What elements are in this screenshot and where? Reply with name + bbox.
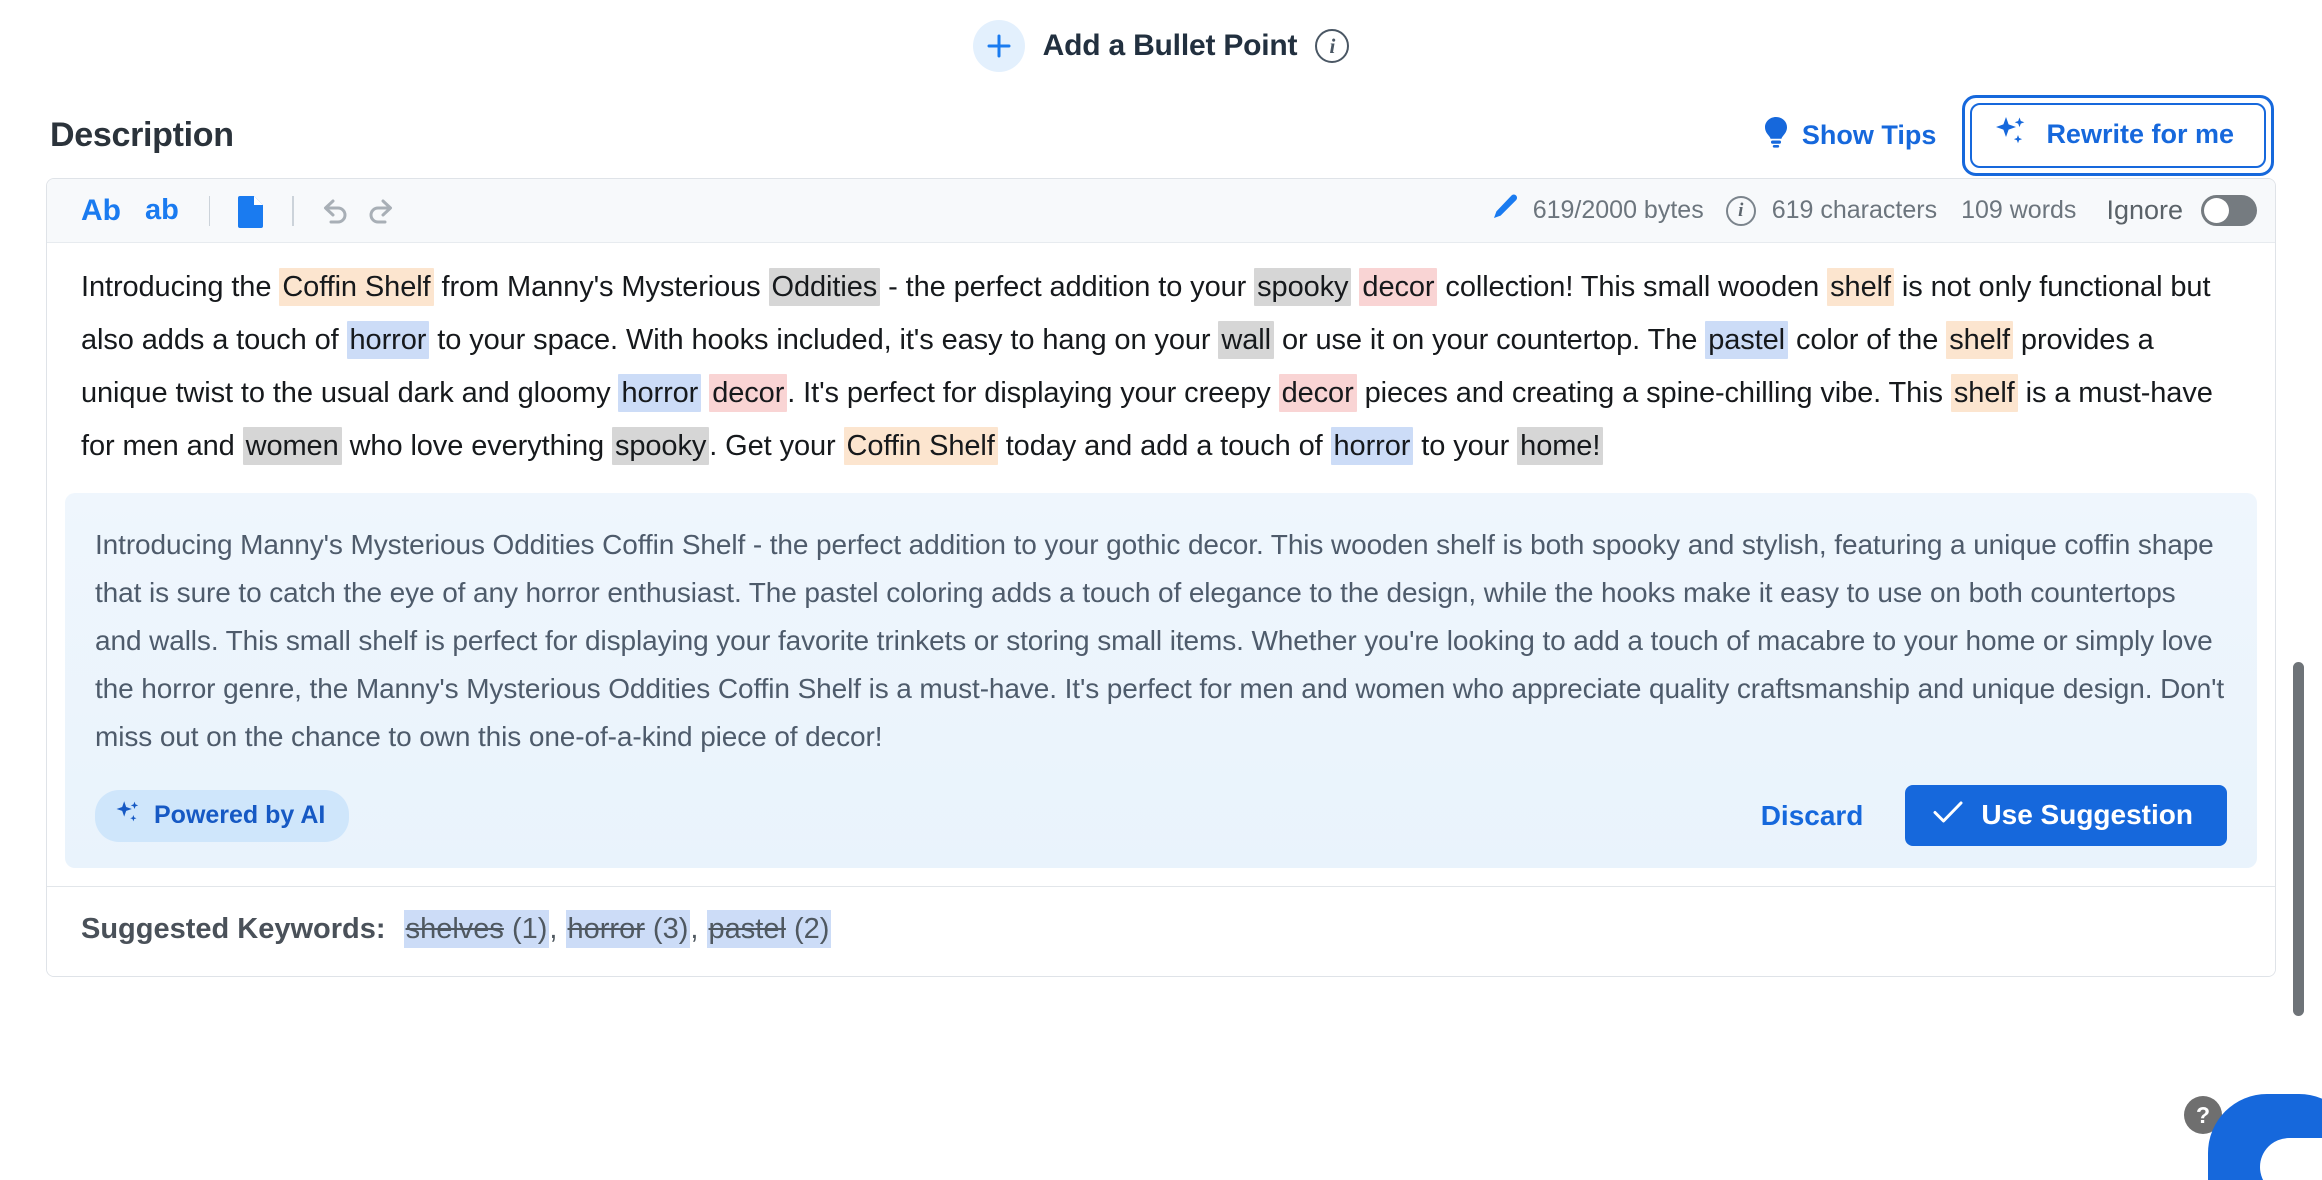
check-icon bbox=[1933, 799, 1963, 831]
discard-button[interactable]: Discard bbox=[1753, 794, 1872, 838]
suggested-keyword-word: horror bbox=[567, 913, 645, 945]
lightbulb-icon bbox=[1763, 116, 1789, 155]
suggested-keywords-row: Suggested Keywords: shelves (1), horror … bbox=[47, 886, 2275, 976]
page-title: Description bbox=[50, 115, 234, 154]
highlighted-keyword: shelf bbox=[1946, 321, 2013, 359]
byte-counter: 619/2000 bytes bbox=[1491, 193, 1704, 228]
highlighted-keyword: decor bbox=[1359, 268, 1438, 306]
sparkles-icon bbox=[1994, 114, 2028, 155]
suggested-keyword-count: (3) bbox=[644, 913, 689, 945]
toolbar-divider-2 bbox=[292, 195, 294, 226]
highlighted-keyword: horror bbox=[1330, 427, 1414, 465]
ignore-label: Ignore bbox=[2106, 195, 2183, 225]
add-bullet-point-label: Add a Bullet Point bbox=[1042, 29, 1298, 62]
toolbar-left-group: Ab ab bbox=[69, 187, 404, 235]
highlighted-keyword: Coffin Shelf bbox=[843, 427, 998, 465]
powered-by-ai-badge: Powered by AI bbox=[95, 789, 350, 842]
highlighted-keyword: spooky bbox=[1254, 268, 1352, 306]
suggested-keyword-item[interactable]: shelves (1) bbox=[403, 910, 550, 948]
description-text-area[interactable]: Introducing the Coffin Shelf from Manny'… bbox=[47, 243, 2275, 487]
highlighted-keyword: shelf bbox=[1827, 268, 1894, 306]
uppercase-button[interactable]: Ab bbox=[69, 187, 133, 235]
highlighted-keyword: decor bbox=[709, 374, 788, 412]
rewrite-for-me-focus-ring: Rewrite for me bbox=[1962, 94, 2274, 176]
ai-suggestion-panel: Introducing Manny's Mysterious Oddities … bbox=[65, 493, 2257, 868]
show-tips-label: Show Tips bbox=[1801, 119, 1937, 150]
description-actions: Show Tips Rewrite for me bbox=[1763, 94, 2274, 176]
suggested-keyword-count: (1) bbox=[503, 913, 548, 945]
highlighted-keyword: wall bbox=[1218, 321, 1274, 359]
highlighted-keyword: spooky bbox=[611, 427, 710, 465]
description-editor-card: Ab ab 619/2000 bytes i 619 characters 10… bbox=[46, 178, 2276, 977]
ignore-toggle-knob bbox=[2204, 198, 2229, 223]
toolbar-right-group: 619/2000 bytes i 619 characters 109 word… bbox=[1491, 193, 2257, 228]
pencil-icon bbox=[1491, 193, 1519, 228]
highlighted-keyword: shelf bbox=[1950, 374, 2018, 412]
suggested-keyword-count: (2) bbox=[785, 913, 830, 945]
use-suggestion-button[interactable]: Use Suggestion bbox=[1905, 785, 2227, 846]
ignore-toggle[interactable] bbox=[2201, 195, 2257, 226]
ai-suggestion-text: Introducing Manny's Mysterious Oddities … bbox=[95, 529, 2225, 752]
redo-icon[interactable] bbox=[358, 188, 404, 234]
suggested-keyword-word: pastel bbox=[708, 913, 786, 945]
sparkles-icon bbox=[115, 799, 141, 832]
info-icon[interactable]: i bbox=[1725, 195, 1756, 226]
toolbar-divider-1 bbox=[208, 195, 211, 226]
word-counter-label: 109 words bbox=[1961, 196, 2077, 224]
highlighted-keyword: women bbox=[242, 427, 342, 465]
ai-suggestion-buttons: Discard Use Suggestion bbox=[1753, 785, 2227, 846]
highlighted-keyword: Coffin Shelf bbox=[279, 268, 434, 306]
highlighted-keyword: home! bbox=[1517, 427, 1604, 465]
highlighted-keyword: decor bbox=[1278, 374, 1357, 412]
description-header: Description Show Tips Rewrite for me bbox=[0, 92, 2322, 178]
suggested-keyword-item[interactable]: horror (3) bbox=[565, 910, 691, 948]
suggested-keywords-list: shelves (1), horror (3), pastel (2) bbox=[403, 910, 832, 948]
plus-icon[interactable] bbox=[972, 20, 1025, 72]
powered-by-ai-label: Powered by AI bbox=[154, 800, 326, 829]
undo-icon[interactable] bbox=[312, 188, 358, 234]
lowercase-button[interactable]: ab bbox=[133, 187, 191, 235]
highlighted-keyword: pastel bbox=[1705, 321, 1788, 359]
show-tips-button[interactable]: Show Tips bbox=[1763, 116, 1937, 155]
byte-counter-label: 619/2000 bytes bbox=[1532, 196, 1704, 224]
ai-suggestion-footer: Powered by AI Discard Use Suggestion bbox=[95, 785, 2227, 846]
rewrite-for-me-label: Rewrite for me bbox=[2046, 118, 2234, 149]
page-scrollbar[interactable] bbox=[2293, 662, 2304, 1016]
suggested-keywords-label: Suggested Keywords: bbox=[81, 913, 386, 945]
suggested-keyword-word: shelves bbox=[405, 913, 504, 945]
rewrite-for-me-button[interactable]: Rewrite for me bbox=[1970, 102, 2266, 168]
chat-bubble-icon[interactable] bbox=[2208, 1094, 2322, 1180]
document-icon[interactable] bbox=[228, 188, 274, 234]
highlighted-keyword: Oddities bbox=[768, 268, 881, 306]
use-suggestion-label: Use Suggestion bbox=[1981, 799, 2193, 830]
character-counter-label: 619 characters bbox=[1771, 196, 1938, 224]
info-icon[interactable]: i bbox=[1315, 29, 1350, 63]
highlighted-keyword: horror bbox=[618, 374, 702, 412]
description-editor-page: Add a Bullet Point i Description Show Ti… bbox=[0, 0, 2322, 1180]
suggested-keyword-item[interactable]: pastel (2) bbox=[706, 910, 832, 948]
add-bullet-point-row[interactable]: Add a Bullet Point i bbox=[0, 0, 2322, 92]
highlighted-keyword: horror bbox=[346, 321, 430, 359]
editor-toolbar: Ab ab 619/2000 bytes i 619 characters 10… bbox=[47, 179, 2275, 243]
